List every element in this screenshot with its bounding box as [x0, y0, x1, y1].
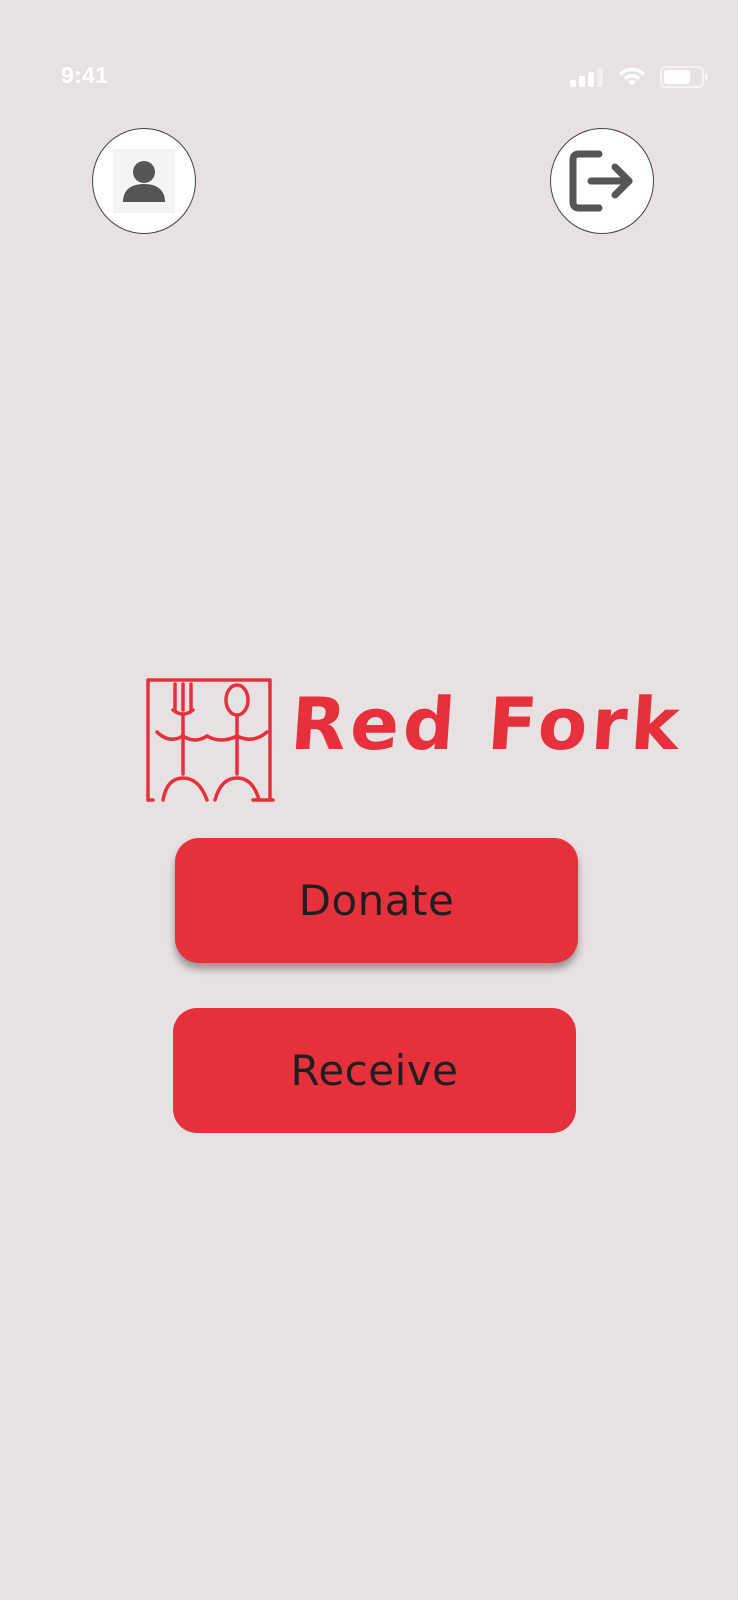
status-time: 9:41	[61, 62, 109, 88]
logout-icon	[569, 150, 633, 212]
battery-icon	[660, 66, 708, 88]
status-icons	[570, 66, 708, 88]
red-fork-logo: Red Fork	[145, 674, 686, 806]
profile-icon-container	[113, 149, 175, 213]
fork-spoon-figures-icon	[146, 678, 275, 802]
profile-button[interactable]	[92, 128, 196, 234]
person-icon	[123, 161, 165, 202]
logo-text: Red Fork	[288, 682, 686, 766]
receive-button[interactable]: Receive	[173, 1008, 576, 1133]
logout-button[interactable]	[550, 128, 654, 234]
signal-icon	[570, 68, 603, 87]
donate-button[interactable]: Donate	[175, 838, 578, 963]
wifi-icon	[619, 67, 645, 86]
status-bar: 9:41	[0, 0, 738, 110]
